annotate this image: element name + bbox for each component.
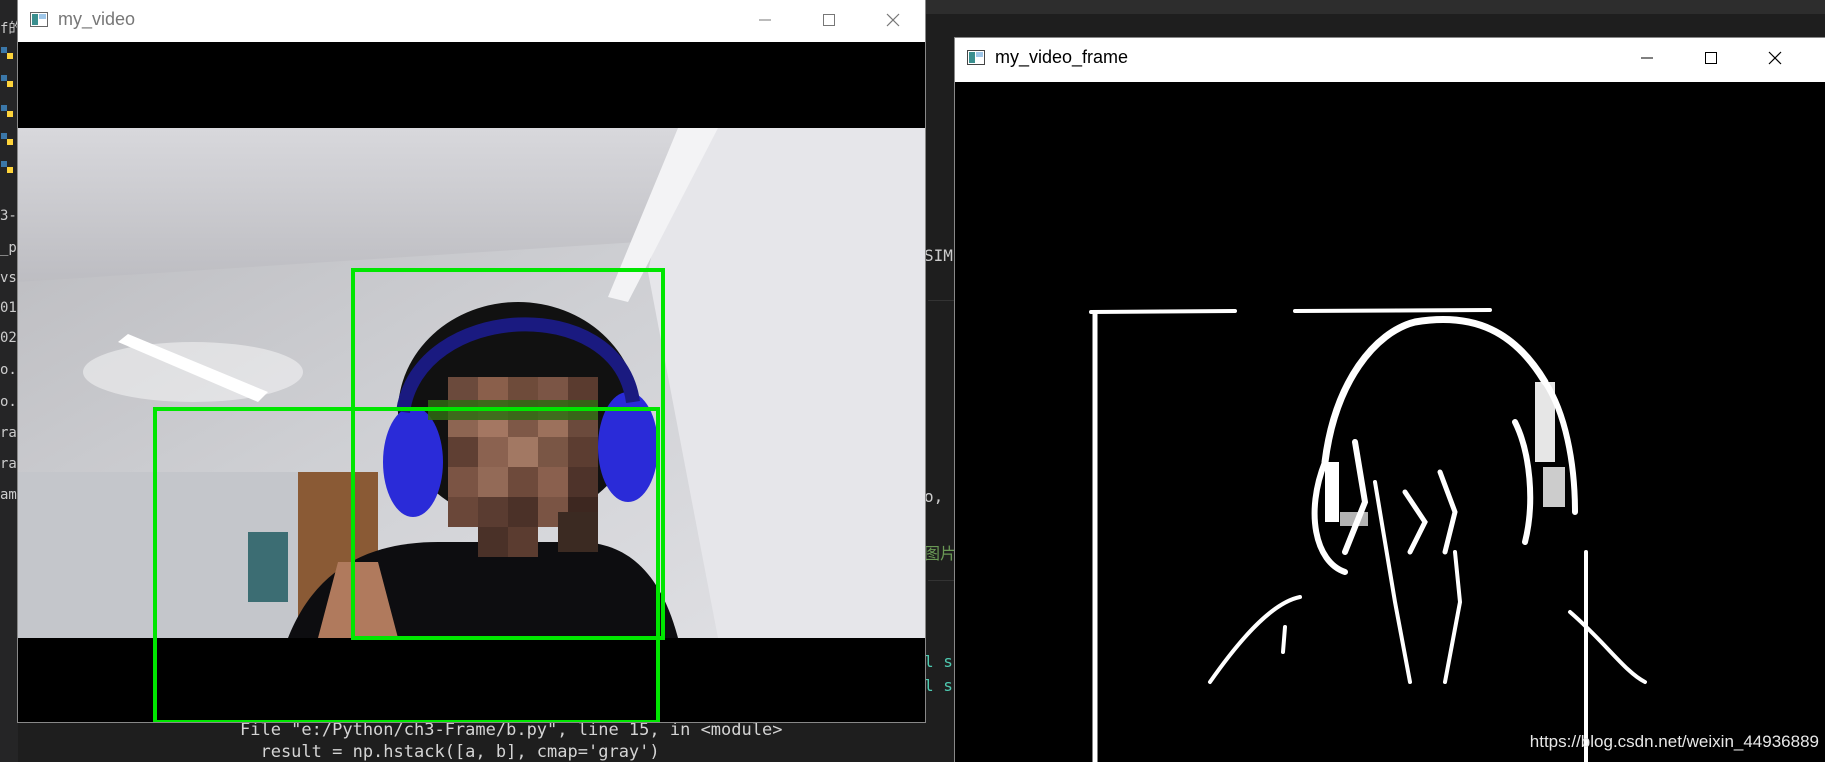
minimize-icon [759, 19, 771, 21]
maximize-icon [823, 14, 835, 26]
code-fragment: l s [924, 676, 953, 695]
video-window-titlebar[interactable]: my_video [18, 0, 925, 40]
video-frame-window[interactable]: my_video_frame https://blog.csdn.net/wei… [955, 38, 1825, 762]
video-canvas [18, 42, 925, 722]
close-icon [1768, 51, 1782, 65]
window-title: my_video [58, 9, 136, 29]
maximize-button[interactable] [1679, 38, 1743, 78]
close-button[interactable] [1743, 38, 1807, 78]
python-file-icon [1, 47, 13, 59]
python-file-icon [1, 75, 13, 87]
close-icon [886, 13, 900, 27]
terminal-traceback-line: File "e:/Python/ch3-Frame/b.py", line 15… [240, 720, 783, 740]
webcam-frame-image [18, 42, 925, 722]
python-file-icon [1, 161, 13, 173]
app-window-icon [30, 12, 48, 27]
window-title: my_video_frame [995, 47, 1129, 67]
edge-mask-image [955, 82, 1825, 762]
minimize-icon [1641, 57, 1653, 59]
python-file-icon [1, 105, 13, 117]
terminal-traceback-line: result = np.hstack([a, b], cmap='gray') [240, 742, 660, 762]
frame-canvas: https://blog.csdn.net/weixin_44936889 [955, 82, 1825, 762]
app-window-icon [967, 50, 985, 65]
maximize-button[interactable] [797, 0, 861, 40]
code-comment-fragment: 图片 [924, 544, 957, 563]
close-button[interactable] [861, 0, 925, 40]
maximize-icon [1705, 52, 1717, 64]
minimize-button[interactable] [1615, 38, 1679, 78]
python-file-icon [1, 133, 13, 145]
editor-tab-bar [925, 0, 1825, 14]
frame-window-titlebar[interactable]: my_video_frame [955, 38, 1825, 78]
watermark-text: https://blog.csdn.net/weixin_44936889 [1529, 732, 1819, 751]
video-window[interactable]: my_video [18, 0, 925, 722]
code-fragment: l s [924, 652, 953, 671]
minimize-button[interactable] [733, 0, 797, 40]
